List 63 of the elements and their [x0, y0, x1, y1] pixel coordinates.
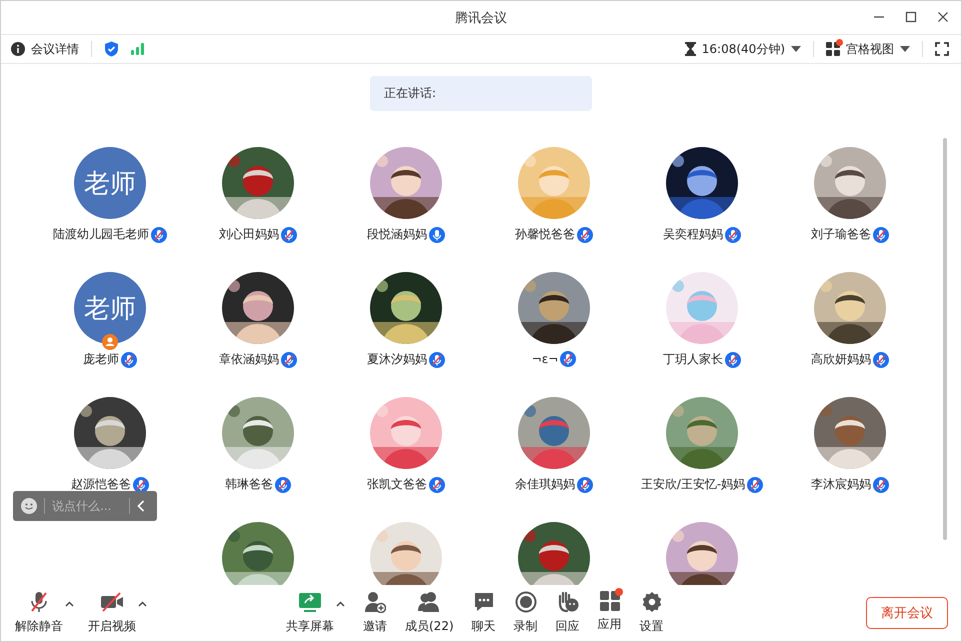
- avatar: 老师: [74, 147, 146, 219]
- emoji-icon[interactable]: [21, 498, 37, 514]
- record-button[interactable]: 录制: [514, 591, 538, 635]
- participant-name: 章依涵妈妈: [219, 351, 279, 368]
- settings-icon: [640, 591, 663, 613]
- participant-name: 刘子瑜爸爸: [811, 226, 871, 243]
- close-icon[interactable]: [937, 11, 949, 23]
- camera-off-icon: [100, 591, 124, 613]
- hand-icon: [556, 591, 579, 613]
- participant-name: 段悦涵妈妈: [367, 226, 427, 243]
- participant-name: 赵源恺爸爸: [71, 476, 131, 493]
- screen-share-icon: [298, 591, 322, 613]
- participant-name: 张凯文爸爸: [367, 476, 427, 493]
- collapse-icon[interactable]: [137, 500, 145, 512]
- fullscreen-icon[interactable]: [935, 42, 949, 56]
- people-icon: [417, 591, 442, 613]
- participant-name: 王安欣/王安忆-妈妈: [640, 476, 746, 493]
- participant-name: 夏沐汐妈妈: [367, 351, 427, 368]
- window-title: 腾讯会议: [455, 10, 507, 26]
- speaking-banner: 正在讲话:: [370, 76, 592, 111]
- caret-icon[interactable]: [138, 601, 147, 607]
- scrollbar[interactable]: [943, 138, 947, 540]
- maximize-icon[interactable]: [905, 11, 917, 23]
- apps-icon: [600, 591, 620, 611]
- members-button[interactable]: 成员(22): [405, 591, 454, 635]
- react-button[interactable]: 回应: [556, 591, 580, 635]
- share-button[interactable]: 共享屏幕: [286, 591, 334, 635]
- record-icon: [514, 591, 537, 613]
- shield-icon[interactable]: [104, 41, 119, 57]
- camera-button[interactable]: 开启视频: [88, 591, 136, 635]
- participant-name: 陆渡幼儿园毛老师: [53, 226, 149, 243]
- caret-icon: [900, 46, 910, 52]
- chat-button[interactable]: 聊天: [472, 591, 496, 635]
- add-person-icon: [364, 591, 386, 613]
- timer-button[interactable]: 16:08(40分钟): [684, 40, 801, 58]
- caret-icon[interactable]: [336, 601, 345, 607]
- grid-icon: [826, 42, 840, 56]
- participant-name: 余佳琪妈妈: [515, 476, 575, 493]
- participant-name: 孙馨悦爸爸: [515, 226, 575, 243]
- apps-button[interactable]: 应用: [598, 591, 622, 633]
- participant-name: 高欣妍妈妈: [811, 351, 871, 368]
- muted-mic-icon: [28, 591, 50, 613]
- chat-icon: [472, 591, 495, 613]
- participant-name: ¬ε¬: [532, 352, 558, 366]
- participant-name: 庞老师: [83, 351, 119, 368]
- participant-name: 丁玥人家长: [663, 351, 723, 368]
- participant-name: 刘心田妈妈: [219, 226, 279, 243]
- chat-input[interactable]: 说点什么...: [52, 499, 122, 513]
- caret-icon: [791, 46, 801, 52]
- view-button[interactable]: 宫格视图: [826, 40, 910, 58]
- settings-button[interactable]: 设置: [640, 591, 664, 635]
- invite-button[interactable]: 邀请: [363, 591, 387, 635]
- participant-name: 李沐宸妈妈: [811, 476, 871, 493]
- avatar: 老师: [74, 272, 146, 344]
- notification-dot: [614, 588, 623, 596]
- caret-icon[interactable]: [65, 601, 74, 607]
- participant-name: 韩琳爸爸: [225, 476, 273, 493]
- info-icon: [11, 42, 25, 56]
- participant-name: 吴奕程妈妈: [663, 226, 723, 243]
- hourglass-icon: [684, 42, 696, 56]
- mic-button[interactable]: 解除静音: [15, 591, 63, 635]
- leave-meeting-button[interactable]: 离开会议: [866, 597, 948, 629]
- meeting-details-button[interactable]: 会议详情: [11, 40, 79, 58]
